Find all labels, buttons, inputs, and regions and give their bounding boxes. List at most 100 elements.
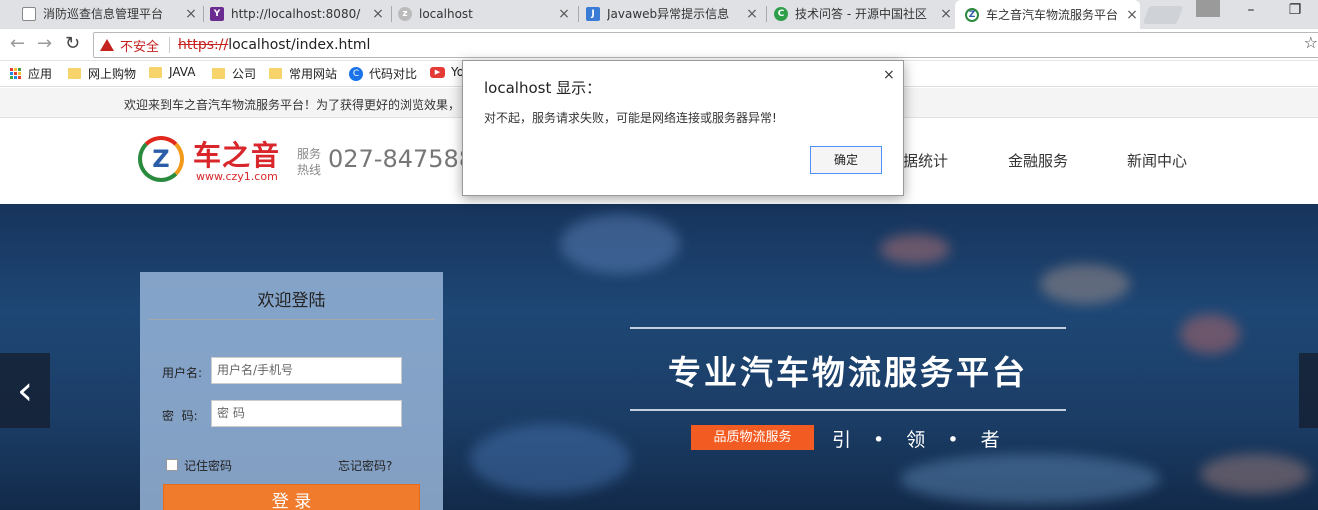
password-input[interactable]: 密 码: [211, 400, 402, 427]
tab-title: 车之音汽车物流服务平台: [986, 8, 1119, 22]
tab-title: 消防巡查信息管理平台: [43, 7, 164, 21]
nav-link-finance[interactable]: 金融服务: [1008, 150, 1068, 171]
forgot-password-link[interactable]: 忘记密码?: [338, 457, 392, 474]
reload-icon[interactable]: ↻: [65, 35, 80, 53]
hotline-number: 027-84758890: [328, 145, 468, 173]
slogan-rule-bottom: [630, 409, 1066, 411]
url-scheme: https://: [178, 37, 229, 53]
page-icon: [22, 6, 36, 21]
login-title: 欢迎登陆: [257, 291, 326, 311]
carousel-next-button[interactable]: [1299, 353, 1318, 428]
folder-icon: [269, 68, 282, 79]
banner-slogan: 专业汽车物流服务平台: [668, 353, 1028, 392]
yahoo-icon: Y: [210, 6, 224, 21]
notice-text: 欢迎来到车之音汽车物流服务平台！为了获得更好的浏览效果，: [124, 98, 461, 112]
login-divider: [149, 319, 434, 320]
tab-strip: 消防巡查信息管理平台 × Y http://localhost:8080/ × …: [0, 0, 1318, 29]
logo-icon[interactable]: Z: [138, 136, 184, 182]
logo-url: www.czy1.com: [196, 170, 278, 183]
bookmark-folder[interactable]: JAVA: [149, 65, 195, 79]
remember-password-label[interactable]: 记住密码: [184, 457, 232, 474]
close-tab-icon[interactable]: ×: [744, 6, 760, 22]
tab-5[interactable]: C 技术问答 - 开源中国社区 ×: [774, 0, 954, 27]
youtube-icon: ▶: [430, 66, 445, 78]
close-tab-icon[interactable]: ×: [938, 6, 954, 22]
nav-link-news[interactable]: 新闻中心: [1127, 150, 1187, 171]
dialog-title: localhost 显示：: [484, 79, 602, 97]
folder-icon: [68, 68, 81, 79]
banner-lead-text: 引 • 领 • 者: [832, 429, 1008, 451]
bookmark-folder[interactable]: 网上购物: [68, 65, 136, 82]
url-field[interactable]: 不安全 https:// localhost/index.html: [93, 32, 1318, 58]
logo-name[interactable]: 车之音: [193, 134, 280, 174]
username-input[interactable]: 用户名/手机号: [211, 357, 402, 384]
apps-icon: [10, 68, 21, 79]
bookmark-star-icon[interactable]: ☆: [1304, 33, 1318, 52]
tab-divider: [203, 6, 204, 22]
profile-icon[interactable]: [1196, 0, 1220, 17]
background-light: [1180, 314, 1240, 354]
folder-icon: [212, 68, 225, 79]
globe-icon: z: [398, 6, 412, 21]
bookmark-link[interactable]: C 代码对比: [349, 65, 417, 82]
tab-3[interactable]: z localhost ×: [398, 0, 572, 27]
bookmark-link[interactable]: ▶ Yo: [430, 65, 464, 79]
hero-banner: ‹ 欢迎登陆 用户名: 用户名/手机号 密 码: 密 码 记住密码 忘记密码? …: [0, 204, 1318, 510]
background-light: [560, 214, 680, 274]
tab-4[interactable]: J Javaweb异常提示信息 ×: [586, 0, 760, 27]
omnibox-divider: [169, 37, 171, 53]
tab-divider: [391, 6, 392, 22]
bookmark-label: JAVA: [169, 65, 196, 79]
username-label: 用户名:: [162, 366, 203, 380]
bookmark-label: 公司: [232, 67, 257, 81]
close-tab-icon[interactable]: ×: [183, 6, 199, 22]
new-tab-button[interactable]: [1142, 6, 1184, 24]
tab-title: Javaweb异常提示信息: [607, 7, 730, 21]
background-light: [1040, 264, 1130, 304]
background-light: [470, 424, 630, 494]
dialog-message: 对不起，服务请求失败，可能是网络连接或服务器异常!: [484, 111, 777, 125]
tab-title: localhost: [419, 6, 473, 21]
close-tab-icon[interactable]: ×: [370, 6, 386, 22]
bookmark-folder[interactable]: 常用网站: [269, 65, 337, 82]
nav-link-statistics[interactable]: 据统计: [903, 150, 948, 171]
maximize-icon[interactable]: ❐: [1280, 2, 1310, 18]
tab-title: 技术问答 - 开源中国社区: [795, 7, 927, 21]
minimize-icon[interactable]: –: [1236, 2, 1266, 18]
close-icon[interactable]: ×: [883, 67, 895, 83]
bookmark-label: 应用: [28, 67, 53, 81]
oschina-icon: C: [774, 6, 788, 21]
url-text: localhost/index.html: [228, 37, 371, 53]
address-bar-row: ← → ↻ 不安全 https:// localhost/index.html …: [0, 29, 1318, 61]
tab-2[interactable]: Y http://localhost:8080/ ×: [210, 0, 386, 27]
security-label[interactable]: 不安全: [120, 36, 159, 55]
quality-badge: 品质物流服务: [691, 425, 814, 450]
close-tab-icon[interactable]: ×: [556, 6, 572, 22]
background-light: [900, 454, 1160, 504]
czy-logo-icon: Z: [965, 7, 979, 22]
carousel-prev-button[interactable]: ‹: [0, 353, 50, 428]
remember-password-checkbox[interactable]: [166, 459, 178, 471]
folder-icon: [149, 66, 162, 78]
tab-divider: [578, 6, 579, 22]
bookmark-folder[interactable]: 公司: [212, 65, 256, 82]
ok-button[interactable]: 确定: [810, 146, 882, 174]
slogan-rule-top: [630, 327, 1066, 329]
close-tab-icon[interactable]: ×: [1124, 7, 1140, 23]
alert-dialog: localhost 显示： × 对不起，服务请求失败，可能是网络连接或服务器异常…: [462, 60, 904, 196]
background-light: [880, 234, 950, 264]
bookmark-label: 常用网站: [289, 67, 338, 81]
back-icon[interactable]: ←: [10, 35, 25, 53]
bookmark-label: 网上购物: [88, 67, 137, 81]
compare-icon: C: [349, 66, 363, 81]
background-light: [1200, 454, 1310, 494]
service-hotline-label: 服务热线: [297, 147, 322, 177]
bookmark-apps[interactable]: 应用: [10, 65, 52, 82]
tab-1[interactable]: 消防巡查信息管理平台 ×: [22, 0, 199, 27]
tab-6-active[interactable]: Z 车之音汽车物流服务平台 ×: [955, 0, 1140, 29]
chevron-left-icon: ‹: [17, 367, 33, 414]
forward-icon[interactable]: →: [37, 35, 52, 53]
javaweb-icon: J: [586, 6, 600, 21]
tab-divider: [766, 6, 767, 22]
login-button[interactable]: 登 录: [163, 484, 420, 510]
